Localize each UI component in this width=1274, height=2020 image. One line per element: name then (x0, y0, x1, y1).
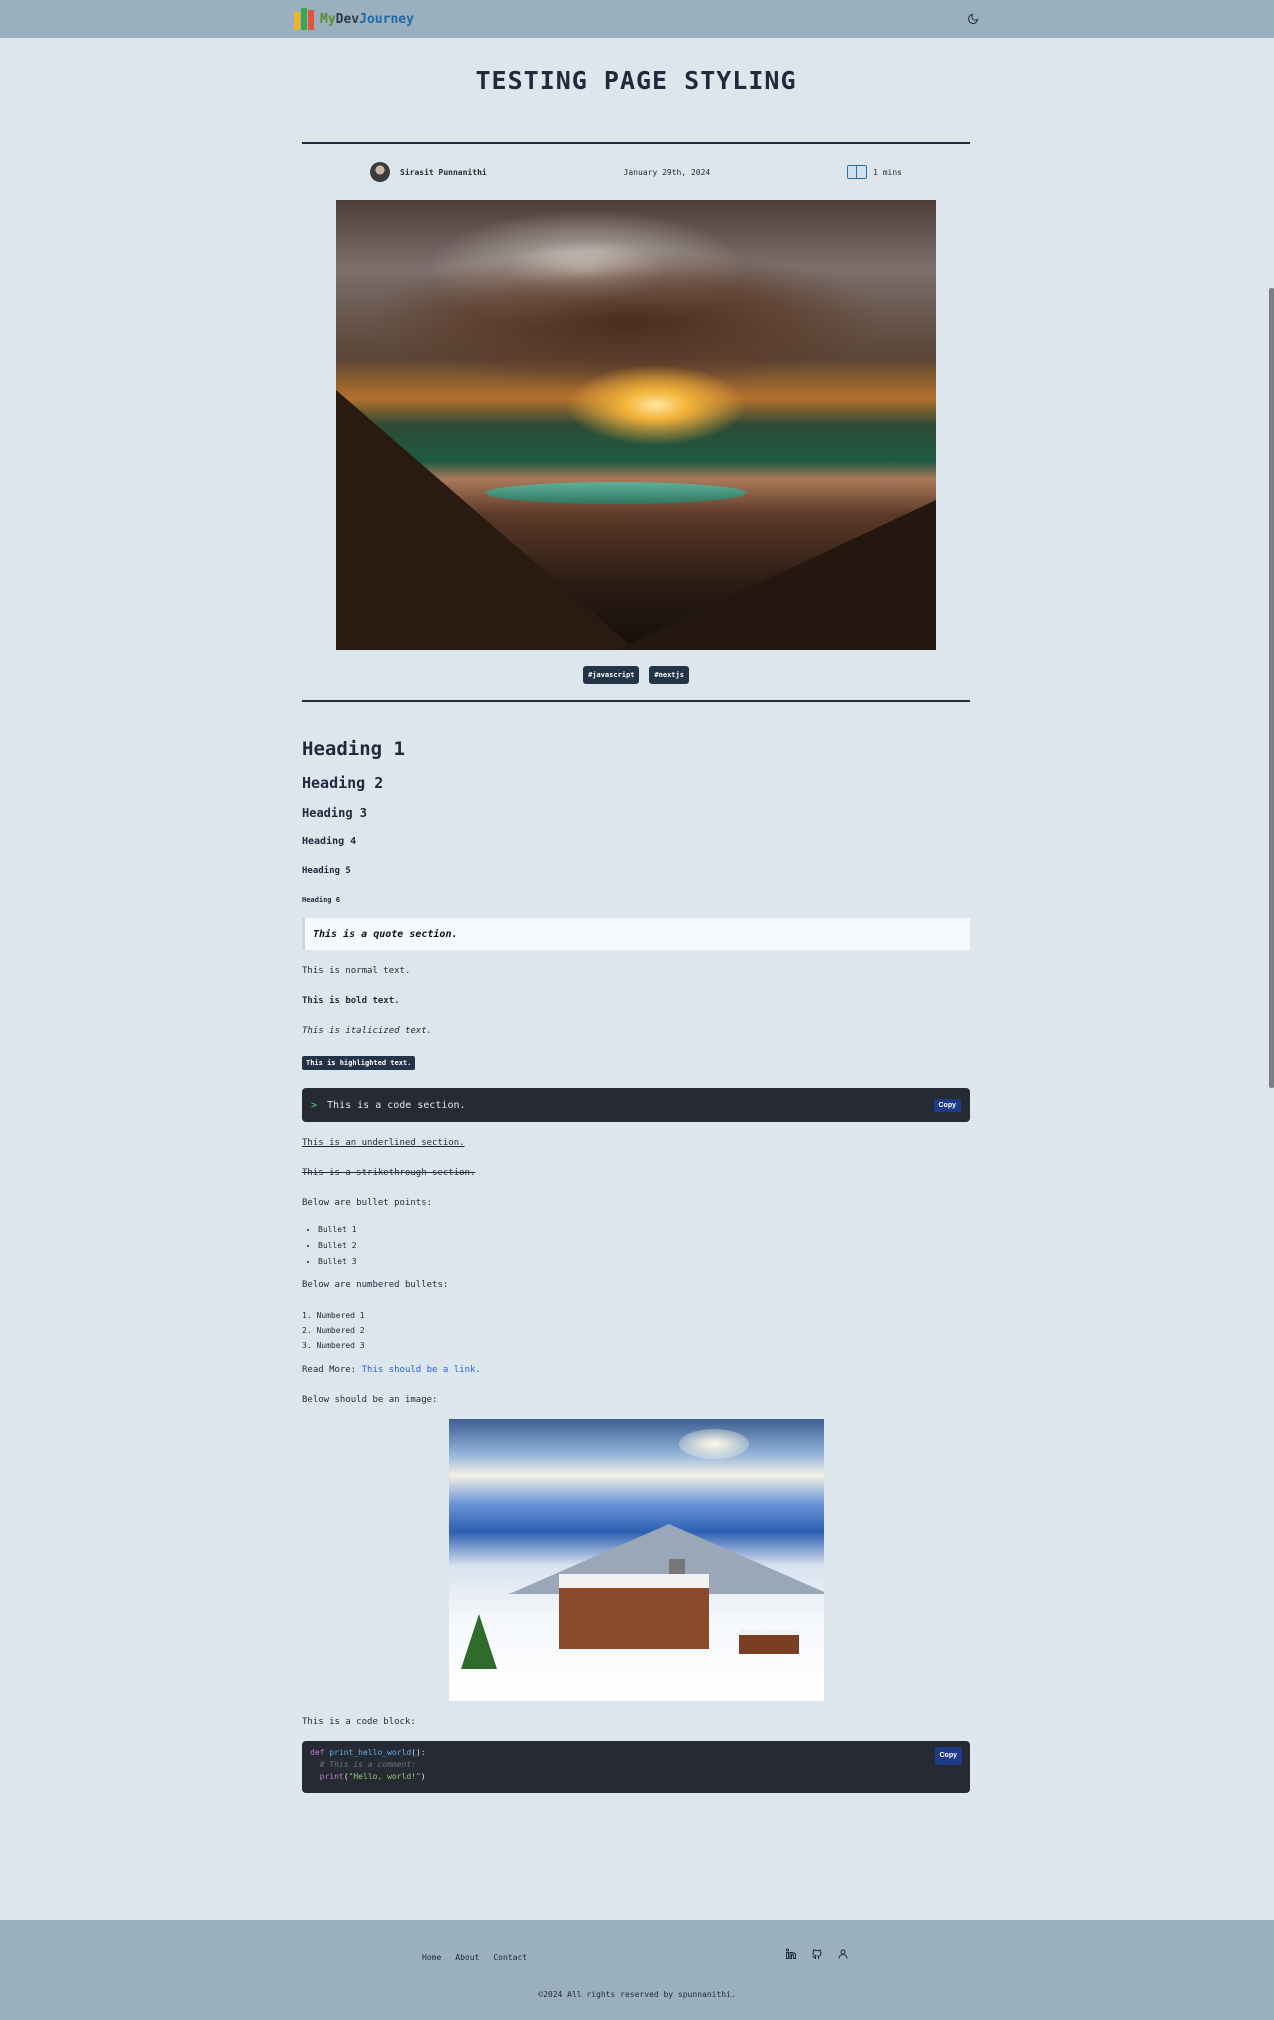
read-time: 1 mins (847, 165, 902, 179)
scrollbar[interactable] (1268, 38, 1274, 1920)
footer-nav: Home About Contact (422, 1953, 527, 1962)
list-item: Bullet 2 (318, 1238, 970, 1254)
social-links (784, 1947, 850, 1961)
code-line-1: def print_hello_world(): (310, 1748, 426, 1757)
footer-link-about[interactable]: About (455, 1953, 479, 1962)
scrollbar-thumb[interactable] (1269, 288, 1274, 928)
read-time-label: 1 mins (873, 167, 902, 177)
copyright: ©2024 All rights reserved by spunnanithi… (538, 1990, 736, 1999)
prompt-icon: > (311, 1099, 318, 1111)
brand-logo-link[interactable]: My Dev Journey (294, 8, 414, 30)
theme-toggle-button[interactable] (964, 10, 982, 28)
author-name: Sirasit Punnanithi (400, 167, 487, 177)
book-icon (847, 165, 868, 179)
winter-cabin-image (448, 1419, 824, 1701)
author: Sirasit Punnanithi (370, 162, 487, 182)
normal-text: This is normal text. (302, 966, 411, 976)
code-block: Copy def print_hello_world(): # This is … (302, 1741, 970, 1793)
page-title: TESTING PAGE STYLING (475, 66, 797, 95)
list-item: 3. Numbered 3 (302, 1341, 365, 1350)
article: TESTING PAGE STYLING Sirasit Punnanithi … (302, 38, 970, 1793)
bullet-list: Bullet 1 Bullet 2 Bullet 3 (302, 1222, 970, 1270)
heading-6: Heading 6 (302, 896, 340, 904)
code-line-2: # This is a comment: (310, 1760, 416, 1769)
list-item: 1. Numbered 1 (302, 1311, 365, 1320)
inline-code-block: > This is a code section. Copy (302, 1088, 970, 1122)
tag-nextjs[interactable]: #nextjs (649, 666, 689, 684)
list-item: 2. Numbered 2 (302, 1326, 365, 1335)
image-intro: Below should be an image: (302, 1395, 438, 1405)
top-navbar: My Dev Journey (0, 0, 1274, 38)
books-logo-icon (294, 8, 314, 30)
brand-journey: Journey (359, 11, 414, 27)
heading-4: Heading 4 (302, 836, 357, 847)
highlighted-text: This is highlighted text. (302, 1056, 416, 1070)
scrollbar-thumb-secondary[interactable] (1269, 908, 1274, 1088)
brand-dev: Dev (335, 11, 360, 27)
code-block-intro: This is a code block: (302, 1717, 416, 1727)
github-icon[interactable] (810, 1947, 824, 1961)
article-meta: Sirasit Punnanithi January 29th, 2024 1 … (302, 144, 970, 200)
footer-link-contact[interactable]: Contact (493, 1953, 527, 1962)
heading-2: Heading 2 (302, 774, 384, 792)
tag-javascript[interactable]: #javascript (583, 666, 640, 684)
read-more-label: Read More: (302, 1365, 362, 1375)
italic-text: This is italicized text. (302, 1026, 433, 1036)
avatar (370, 162, 390, 182)
list-item: Bullet 3 (318, 1254, 970, 1270)
heading-5: Heading 5 (302, 866, 351, 876)
bold-text: This is bold text. (302, 996, 400, 1006)
copy-button[interactable]: Copy (933, 1098, 961, 1112)
user-icon[interactable] (836, 1947, 850, 1961)
numbered-list: 1. Numbered 1 2. Numbered 2 3. Numbered … (302, 1308, 970, 1353)
strikethrough-text: This is a strikethrough section. (302, 1168, 476, 1178)
copy-button[interactable]: Copy (934, 1747, 962, 1765)
tag-list: #javascript #nextjs (302, 650, 970, 700)
brand-my: My (320, 11, 336, 27)
code-text: This is a code section. (327, 1099, 466, 1111)
footer: Home About Contact ©2024 All rights rese… (0, 1920, 1274, 2020)
blockquote: This is a quote section. (302, 918, 970, 950)
heading-3: Heading 3 (302, 806, 368, 820)
code-line-3: print("Hello, world!") (310, 1772, 426, 1781)
underlined-text: This is an underlined section. (302, 1138, 465, 1148)
linkedin-icon[interactable] (784, 1947, 798, 1961)
read-more-link[interactable]: This should be a link. (362, 1365, 481, 1375)
article-body: Heading 1 Heading 2 Heading 3 Heading 4 … (302, 702, 970, 1793)
publish-date: January 29th, 2024 (623, 167, 711, 177)
bullets-intro: Below are bullet points: (302, 1198, 433, 1208)
heading-1: Heading 1 (302, 738, 405, 760)
read-more: Read More: This should be a link. (302, 1365, 970, 1395)
hero-image (336, 200, 936, 650)
numbered-intro: Below are numbered bullets: (302, 1280, 449, 1290)
footer-link-home[interactable]: Home (422, 1953, 441, 1962)
moon-icon (968, 13, 979, 24)
list-item: Bullet 1 (318, 1222, 970, 1238)
